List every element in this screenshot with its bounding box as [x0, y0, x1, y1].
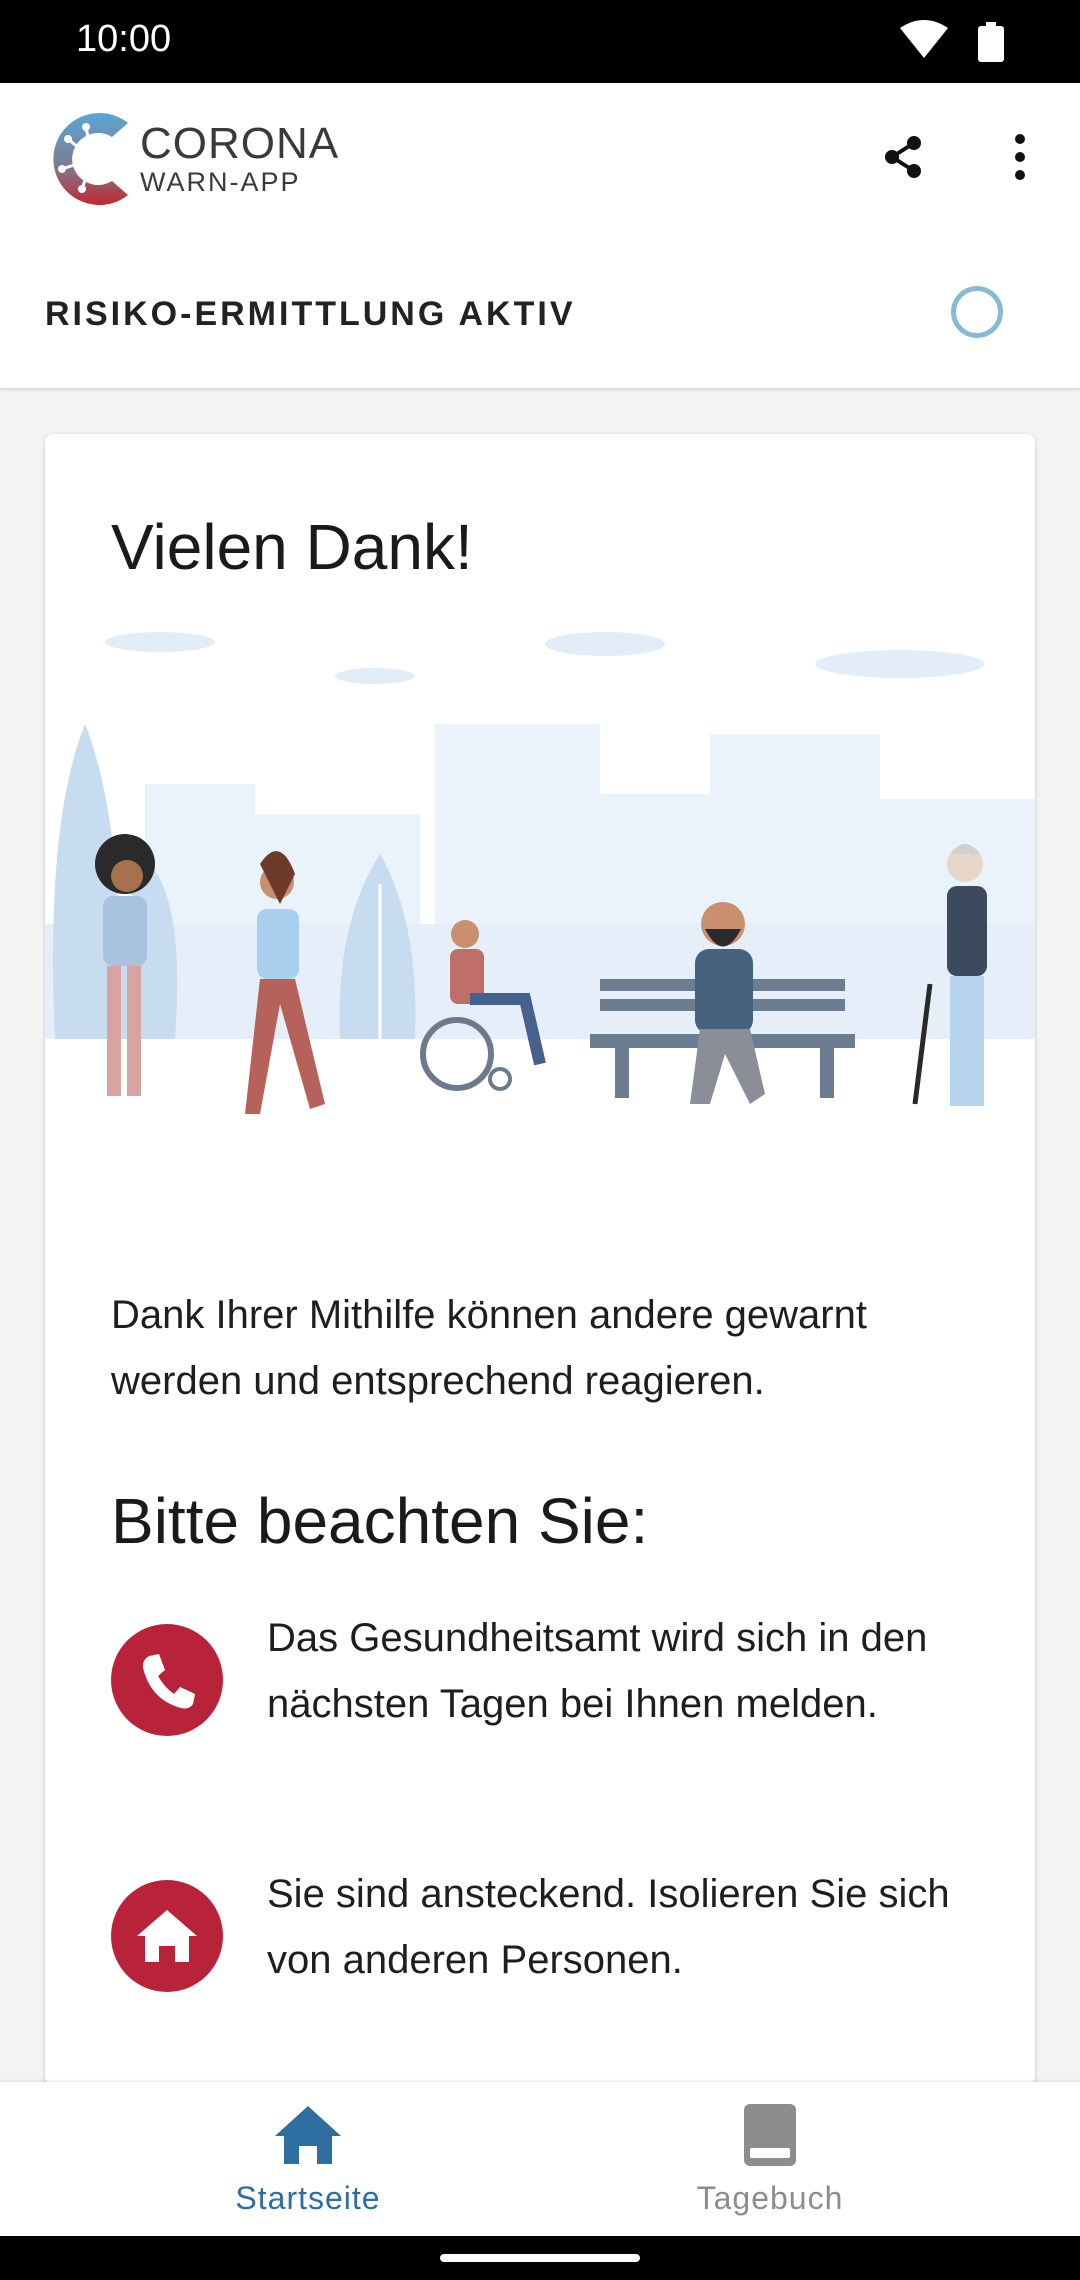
community-illustration: [45, 624, 1035, 1174]
logo-title: CORONA: [140, 119, 340, 168]
bullet-text-isolation: Sie sind ansteckend. Isolieren Sie sich …: [267, 1872, 950, 1982]
nav-item-tagebuch[interactable]: Tagebuch: [590, 2082, 950, 2236]
more-vert-icon: [1015, 134, 1025, 180]
risk-status-label: RISIKO-ERMITTLUNG AKTIV: [45, 295, 576, 333]
app-logo-icon: [42, 109, 134, 214]
gesture-navigation-bar: [0, 2236, 1080, 2280]
thank-you-intro-text: Dank Ihrer Mithilfe können andere gewarn…: [111, 1293, 867, 1403]
phone-icon: [111, 1624, 223, 1736]
status-bar: 10:00: [0, 0, 1080, 83]
wifi-icon: [900, 20, 948, 58]
section-title: Bitte beachten Sie:: [111, 1485, 649, 1557]
nav-label-tagebuch: Tagebuch: [696, 2180, 844, 2216]
bottom-navigation: Startseite Tagebuch: [0, 2082, 1080, 2236]
book-icon: [744, 2104, 796, 2166]
logo-subtitle: WARN-APP: [140, 167, 301, 197]
risk-progress-spinner: [951, 286, 1003, 338]
status-time: 10:00: [76, 18, 172, 60]
nav-item-startseite[interactable]: Startseite: [128, 2082, 488, 2236]
app-bar: CORONA WARN-APP RISIKO-ERMITTLUNG AKTIV: [0, 83, 1080, 388]
home-icon: [111, 1880, 223, 1992]
card-title: Vielen Dank!: [111, 511, 473, 583]
home-icon: [275, 2106, 341, 2164]
share-button[interactable]: [880, 133, 928, 181]
more-options-button[interactable]: [1000, 133, 1040, 181]
share-icon: [885, 136, 921, 178]
nav-label-startseite: Startseite: [235, 2180, 381, 2216]
bullet-text-health-office: Das Gesundheitsamt wird sich in den näch…: [267, 1616, 928, 1726]
home-gesture-handle[interactable]: [440, 2254, 640, 2262]
battery-icon: [978, 22, 1004, 62]
status-icons: [894, 20, 1014, 69]
thank-you-card: Vielen Dank! Dank Ihrer Mithilfe können …: [45, 434, 1035, 2084]
